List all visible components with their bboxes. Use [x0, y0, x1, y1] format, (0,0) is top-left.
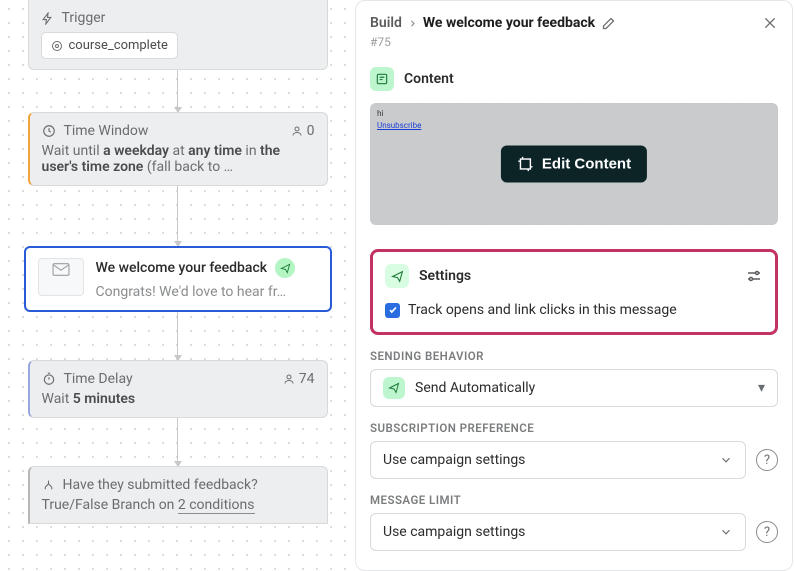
edit-content-button[interactable]: Edit Content: [501, 146, 647, 183]
track-checkbox[interactable]: [385, 303, 400, 318]
sending-behavior-label: SENDING BEHAVIOR: [370, 349, 778, 363]
track-label: Track opens and link clicks in this mess…: [408, 302, 677, 318]
branch-conditions-link[interactable]: 2 conditions: [178, 497, 255, 514]
message-title: We welcome your feedback: [96, 260, 268, 276]
caret-down-icon: ▾: [758, 380, 765, 396]
content-icon: [370, 67, 394, 91]
crop-icon: [517, 156, 534, 173]
send-badge-icon: [275, 258, 295, 278]
sub-pref-select[interactable]: Use campaign settings: [370, 441, 746, 479]
branch-icon: [42, 479, 55, 492]
time-window-people: 0: [291, 123, 315, 139]
time-delay-title: Time Delay: [64, 371, 133, 387]
preview-snippet: hi Unsubscribe: [377, 108, 421, 132]
time-window-title: Time Window: [64, 123, 149, 139]
send-auto-icon: [383, 377, 405, 399]
trigger-title: Trigger: [62, 10, 106, 26]
msg-limit-help-icon[interactable]: ?: [756, 521, 778, 543]
trigger-node[interactable]: Trigger course_complete: [28, 0, 328, 70]
content-preview[interactable]: hi Unsubscribe Edit Content: [370, 103, 778, 225]
branch-node[interactable]: Have they submitted feedback? True/False…: [28, 466, 328, 524]
settings-section: Settings Track opens and link clicks in …: [370, 249, 778, 335]
bolt-icon: [41, 12, 54, 25]
branch-title: Have they submitted feedback?: [63, 477, 258, 493]
close-icon[interactable]: [762, 15, 778, 31]
time-delay-node[interactable]: Time Delay 74 Wait 5 minutes: [28, 360, 328, 418]
time-delay-people: 74: [283, 371, 315, 387]
branch-body: True/False Branch on 2 conditions: [42, 497, 315, 513]
record-id: #75: [370, 35, 778, 49]
trigger-tag[interactable]: course_complete: [41, 32, 178, 59]
settings-label: Settings: [419, 268, 471, 284]
send-settings-icon: [385, 264, 409, 288]
msg-limit-label: MESSAGE LIMIT: [370, 493, 778, 507]
chevron-down-icon: [719, 453, 733, 467]
detail-panel: Build We welcome your feedback #75 Conte…: [355, 0, 793, 571]
sliders-icon[interactable]: [745, 267, 763, 285]
content-label: Content: [404, 71, 454, 87]
edit-title-icon[interactable]: [601, 16, 616, 31]
sub-pref-label: SUBSCRIPTION PREFERENCE: [370, 421, 778, 435]
sub-pref-help-icon[interactable]: ?: [756, 449, 778, 471]
sending-behavior-select[interactable]: Send Automatically ▾: [370, 369, 778, 407]
msg-limit-select[interactable]: Use campaign settings: [370, 513, 746, 551]
stopwatch-icon: [42, 372, 56, 386]
event-icon: [51, 40, 63, 52]
trigger-tag-label: course_complete: [69, 38, 168, 53]
time-window-node[interactable]: Time Window 0 Wait until a weekday at an…: [28, 112, 328, 186]
message-node[interactable]: We welcome your feedback Congrats! We'd …: [24, 246, 332, 312]
clock-icon: [42, 124, 56, 138]
page-title: We welcome your feedback: [423, 15, 595, 31]
time-window-body: Wait until a weekday at any time in the …: [42, 143, 315, 175]
breadcrumb-root[interactable]: Build: [370, 15, 402, 31]
chevron-down-icon: [719, 525, 733, 539]
time-delay-body: Wait 5 minutes: [42, 391, 315, 407]
chevron-right-icon: [408, 19, 417, 28]
message-preview: Congrats! We'd love to hear fr…: [96, 284, 318, 300]
mail-thumb-icon: [38, 258, 84, 296]
